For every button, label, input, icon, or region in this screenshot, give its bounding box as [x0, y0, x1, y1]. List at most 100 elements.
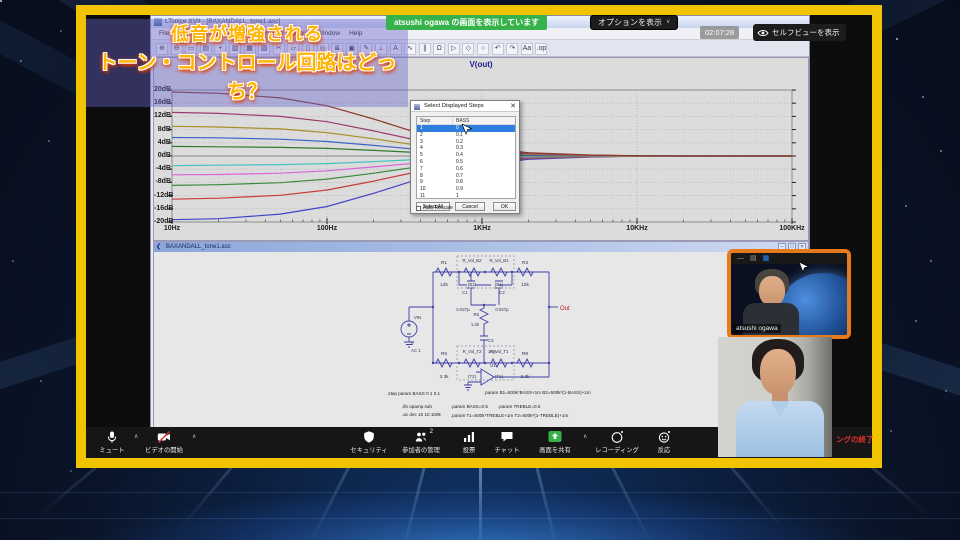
- chevron-up-icon[interactable]: ∧: [134, 433, 138, 440]
- meeting-timer: 02:07:28: [700, 26, 740, 39]
- text-icon[interactable]: Aa: [520, 43, 533, 55]
- video-label: ビデオの開始: [145, 447, 183, 454]
- undo-icon[interactable]: ↶: [491, 43, 504, 55]
- schematic-titlebar: BAXANDALL_tone1.asc: [154, 242, 808, 252]
- speaker-view-icon[interactable]: ▦: [763, 253, 770, 264]
- step-row-4[interactable]: 4 0.3: [417, 145, 515, 152]
- spice-directive: .lib opamp.sub: [402, 404, 432, 409]
- spice-directive: .param B1=500k*BASS+1m B2=500k*(1-BASS)+…: [484, 390, 591, 395]
- mouse-cursor: [799, 262, 809, 274]
- schematic-label: VIN: [414, 315, 421, 320]
- schematic-label: {B1}: [495, 282, 504, 287]
- record-button[interactable]: レコーディング: [591, 428, 643, 457]
- spice-directive: .ac dec 10 10 100k: [402, 412, 442, 417]
- select-displayed-steps-dialog[interactable]: Select Displayed Steps ✕ Step BASS 1 0 2 0.…: [410, 100, 520, 214]
- spice-directive: .step param BASS 0 1 0.1: [387, 391, 441, 396]
- stage-background: LTspice XVII - [BAXANDALL_tone1.asc] Fil…: [0, 0, 960, 540]
- y-tick-label: -16dB: [154, 204, 174, 212]
- screen-share-banner: atsushi ogawa の画面を表示しています: [386, 15, 548, 30]
- schematic-label: R6: [441, 351, 447, 357]
- step-row-11[interactable]: 11 1: [417, 193, 515, 198]
- redo-icon[interactable]: ↷: [506, 43, 519, 55]
- gallery-view-icon[interactable]: ▤: [750, 253, 757, 264]
- spice-directive-icon[interactable]: .op: [535, 43, 548, 55]
- chat-icon: [501, 432, 513, 442]
- schematic-label: 1.2k: [471, 322, 480, 327]
- share-button[interactable]: 画面を共有: [530, 428, 580, 457]
- capacitor-icon[interactable]: ∥: [418, 43, 431, 55]
- chat-label: チャット: [494, 447, 520, 454]
- schematic-label: C3: [488, 338, 494, 343]
- record-label: レコーディング: [595, 447, 639, 454]
- close-icon[interactable]: ✕: [510, 101, 516, 112]
- floor-line: [0, 518, 960, 519]
- ok-button[interactable]: OK: [493, 202, 516, 211]
- polls-button[interactable]: 投票: [452, 428, 486, 457]
- inductor-icon[interactable]: Ω: [433, 43, 446, 55]
- chevron-up-icon[interactable]: ∧: [583, 433, 587, 440]
- participant-video-thumbnail[interactable]: — ▤ ▦ atsushi ogawa: [727, 249, 851, 339]
- diode-icon[interactable]: ▷: [447, 43, 460, 55]
- security-button[interactable]: セキュリティ: [346, 428, 392, 457]
- step-row-5[interactable]: 5 0.4: [417, 152, 515, 159]
- schematic-label: AC 1: [411, 348, 421, 353]
- x-tick-label: 10KHz: [626, 225, 648, 232]
- schematic-label: R_Vol_T2: [463, 349, 482, 354]
- chevron-up-icon[interactable]: ∧: [192, 433, 196, 440]
- step-row-8[interactable]: 8 0.7: [417, 173, 515, 180]
- y-tick-label: 4dB: [157, 138, 171, 146]
- record-icon: [611, 431, 623, 443]
- video-button[interactable]: ビデオの開始: [138, 428, 190, 457]
- y-tick-label: 0dB: [157, 152, 171, 159]
- minimize-icon[interactable]: —: [737, 253, 744, 264]
- participant-face: [759, 276, 785, 306]
- schematic-label: R3: [522, 260, 528, 266]
- chat-button[interactable]: チャット: [488, 428, 526, 457]
- eye-icon: [757, 29, 769, 36]
- presenter-face: [760, 349, 796, 395]
- y-tick-label: 8dB: [157, 125, 171, 133]
- schematic-label: 0.027µ: [456, 307, 470, 312]
- schematic-label: R5: [474, 312, 480, 317]
- schematic-label: 12k: [521, 282, 529, 288]
- schematic-label: 0.027µ: [495, 307, 509, 312]
- step-row-3[interactable]: 3 0.2: [417, 139, 515, 146]
- participants-button[interactable]: 2 参加者の管理: [394, 428, 448, 457]
- schematic-label: 12k: [440, 282, 448, 288]
- x-tick-label: 1KHz: [473, 225, 491, 232]
- poll-icon: [464, 432, 474, 442]
- mute-label: ミュート: [99, 447, 125, 454]
- schematic-label: R8: [522, 351, 528, 357]
- y-tick-label: -12dB: [154, 191, 174, 199]
- x-tick-label: 100KHz: [779, 225, 805, 232]
- step-row-9[interactable]: 9 0.8: [417, 179, 515, 186]
- schematic-label: 3.3k: [439, 374, 449, 380]
- reactions-label: 反応: [657, 447, 671, 454]
- thumbnail-controls: — ▤ ▦: [731, 253, 847, 264]
- schematic-label: 3.3k: [520, 374, 530, 380]
- floor-line: [0, 492, 960, 493]
- auto-rescale-checkbox[interactable]: Auto Rescale: [416, 205, 453, 211]
- schematic-pane[interactable]: BAXANDALL_tone1.asc – □ ×: [153, 241, 809, 439]
- polls-label: 投票: [462, 447, 476, 454]
- end-meeting-label[interactable]: ングの終了: [836, 434, 874, 445]
- show-options-button[interactable]: オプションを表示 ∨: [590, 15, 679, 30]
- y-tick-label: 12dB: [154, 112, 172, 120]
- show-selfview-button[interactable]: セルフビューを表示: [753, 24, 846, 41]
- step-row-6[interactable]: 6 0.5: [417, 159, 515, 166]
- y-tick-label: -4dB: [155, 165, 171, 173]
- component-icon[interactable]: ◇: [462, 43, 475, 55]
- video-off-icon: [157, 431, 170, 443]
- move-icon[interactable]: ○: [477, 43, 490, 55]
- schematic-label: R_Vol_T1: [490, 349, 509, 354]
- caption-line-2: トーン・コントロール回路はどっち？: [97, 52, 397, 103]
- mute-button[interactable]: ミュート: [92, 428, 132, 457]
- reactions-button[interactable]: 反応: [646, 428, 682, 457]
- cancel-button[interactable]: Cancel: [455, 202, 485, 211]
- schematic-label: Out: [560, 306, 570, 312]
- spice-directive: .param T1=500k*TREBLE+1m T2=500k*(1-TREB…: [451, 413, 568, 418]
- checkbox-icon[interactable]: [416, 205, 421, 211]
- schematic-label: R1: [441, 260, 447, 266]
- step-row-10[interactable]: 10 0.9: [417, 186, 515, 193]
- step-row-7[interactable]: 7 0.6: [417, 166, 515, 173]
